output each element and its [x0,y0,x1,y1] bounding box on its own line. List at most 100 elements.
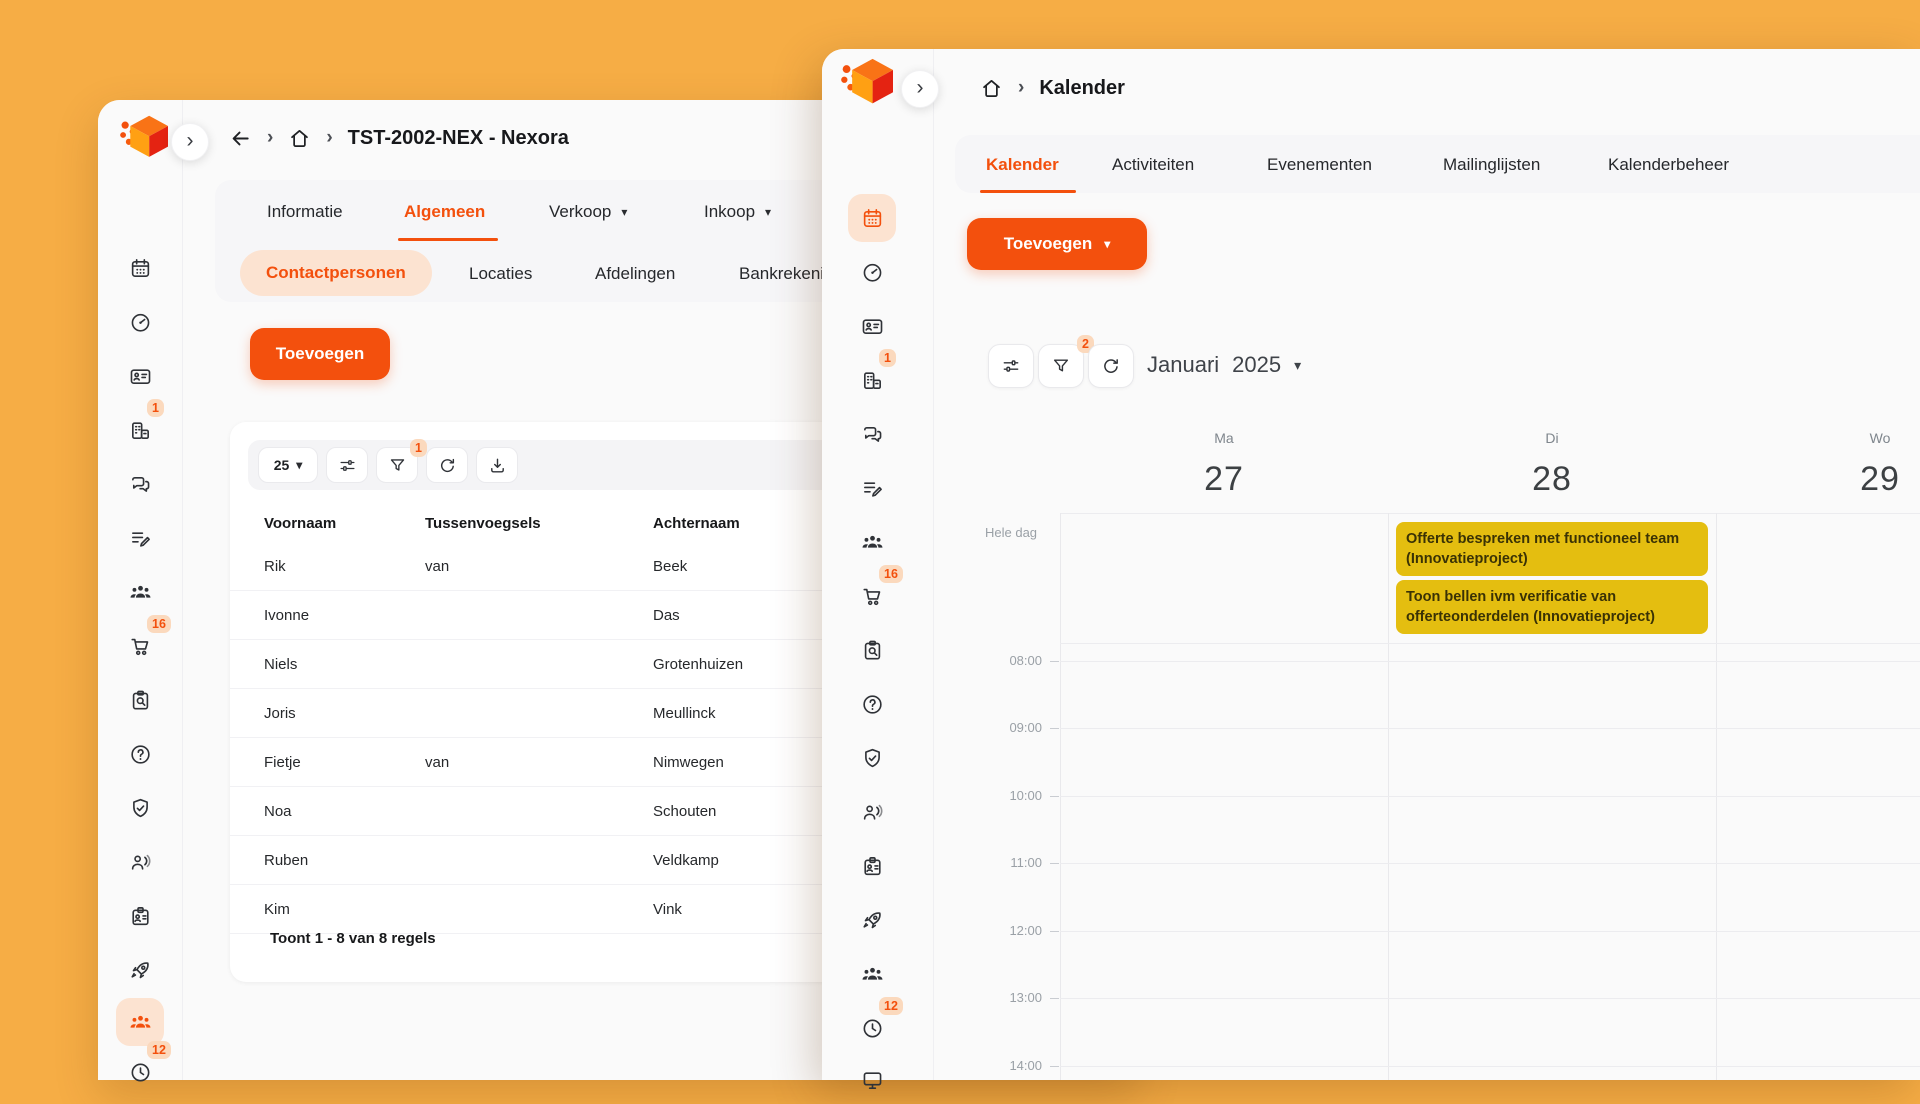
filter-button[interactable]: 1 [376,447,418,483]
clipboard-search-icon [129,689,152,712]
gridline [1060,661,1920,662]
sidebar-item-clipboard-search[interactable] [116,676,164,724]
subtab-afdelingen[interactable]: Afdelingen [595,264,675,284]
app-logo-icon [118,114,170,162]
tab-kalender[interactable]: Kalender [986,155,1059,175]
day-name: Wo [1716,430,1920,446]
refresh-button[interactable] [1088,344,1134,388]
sidebar-item-calendar[interactable] [848,194,896,242]
tune-icon [1001,356,1021,376]
sidebar-item-id-badge[interactable] [116,892,164,940]
clock-icon [129,1061,152,1084]
sidebar-item-security[interactable] [116,784,164,832]
sidebar-item-clipboard-search[interactable] [848,626,896,674]
display-settings-button[interactable] [988,344,1034,388]
time-label: 11:00 [972,855,1042,870]
refresh-button[interactable] [426,447,468,483]
sidebar-item-chat[interactable] [116,460,164,508]
active-tab-underline [398,238,498,241]
home-icon[interactable] [288,127,311,150]
tab-algemeen[interactable]: Algemeen [404,202,485,222]
sidebar-item-history[interactable]: 12 [848,1004,896,1052]
id-badge-icon [129,905,152,928]
cart-badge: 16 [879,565,903,583]
tab-kalenderbeheer[interactable]: Kalenderbeheer [1608,155,1729,175]
filter-icon [1051,356,1071,376]
calendar-event[interactable]: Offerte bespreken met functioneel team (… [1396,522,1708,576]
tab-inkoop[interactable]: Inkoop▾ [704,202,771,222]
tick-mark [1050,863,1059,864]
sidebar-item-account-voice[interactable] [848,788,896,836]
subtab-locaties[interactable]: Locaties [469,264,532,284]
calendar-icon [861,207,884,230]
sidebar-item-account-voice[interactable] [116,838,164,886]
add-contact-button[interactable]: Toevoegen [250,328,390,380]
subtab-contactpersonen[interactable]: Contactpersonen [240,250,432,296]
sidebar-item-help[interactable] [848,680,896,728]
sidebar-item-history[interactable]: 12 [116,1048,164,1096]
sidebar-item-members[interactable] [848,950,896,998]
sidebar-item-team[interactable] [848,518,896,566]
sidebar-item-relations[interactable] [116,352,164,400]
organisation-badge: 1 [147,399,164,417]
sidebar-item-relations[interactable] [848,302,896,350]
sidebar-expand-button[interactable]: › [901,70,939,108]
sidebar-item-notes[interactable] [848,464,896,512]
caret-down-icon: ▾ [1294,357,1301,374]
refresh-icon [1101,356,1121,376]
sidebar-item-help[interactable] [116,730,164,778]
dashboard-icon [129,311,152,334]
day-number[interactable]: 28 [1388,460,1716,499]
day-number[interactable]: 27 [1060,460,1388,499]
sidebar-item-dashboard[interactable] [848,248,896,296]
sidebar-item-organisation[interactable]: 1 [116,406,164,454]
refresh-icon [438,456,457,475]
add-event-button[interactable]: Toevoegen▾ [967,218,1147,270]
sidebar-item-organisation[interactable]: 1 [848,356,896,404]
sidebar-item-id-badge[interactable] [848,842,896,890]
sidebar-item-calendar[interactable] [116,244,164,292]
calendar-event[interactable]: Toon bellen ivm verificatie van offerteo… [1396,580,1708,634]
right-sidebar: 1 16 12 [822,49,934,1080]
sidebar-expand-button[interactable]: › [171,123,209,161]
screen-icon [861,1069,884,1092]
column-settings-button[interactable] [326,447,368,483]
home-icon[interactable] [980,77,1003,100]
breadcrumb: › Kalender [980,77,1125,100]
sidebar-item-rocket[interactable] [848,896,896,944]
sidebar-item-members[interactable] [116,998,164,1046]
download-button[interactable] [476,447,518,483]
sidebar-item-screen[interactable] [848,1056,896,1104]
month-picker[interactable]: Januari 2025 ▾ [1147,352,1301,378]
column-header-tussenvoegsels[interactable]: Tussenvoegsels [425,515,653,532]
back-arrow-icon[interactable] [229,127,252,150]
rocket-icon [129,959,152,982]
sidebar-item-team[interactable] [116,568,164,616]
time-label: 08:00 [972,653,1042,668]
people-icon [861,531,884,554]
gridline [1060,796,1920,797]
sidebar-item-security[interactable] [848,734,896,782]
history-badge: 12 [147,1041,171,1059]
time-label: 14:00 [972,1058,1042,1073]
tab-mailinglijsten[interactable]: Mailinglijsten [1443,155,1540,175]
sidebar-item-cart[interactable]: 16 [116,622,164,670]
notes-icon [129,527,152,550]
filter-button[interactable]: 2 [1038,344,1084,388]
sidebar-item-rocket[interactable] [116,946,164,994]
sidebar-item-dashboard[interactable] [116,298,164,346]
gridline [1060,931,1920,932]
tab-activiteiten[interactable]: Activiteiten [1112,155,1194,175]
sidebar-item-cart[interactable]: 16 [848,572,896,620]
tab-informatie[interactable]: Informatie [267,202,343,222]
tab-verkoop[interactable]: Verkoop▾ [549,202,627,222]
page-size-select[interactable]: 25▾ [258,447,318,483]
day-number[interactable]: 29 [1716,460,1920,499]
time-label: 12:00 [972,923,1042,938]
time-label: 13:00 [972,990,1042,1005]
tab-evenementen[interactable]: Evenementen [1267,155,1372,175]
calendar-window: 1 16 12 › › Kalender Kalender Activiteit… [822,49,1920,1080]
sidebar-item-chat[interactable] [848,410,896,458]
sidebar-item-notes[interactable] [116,514,164,562]
column-header-voornaam[interactable]: Voornaam [264,515,425,532]
